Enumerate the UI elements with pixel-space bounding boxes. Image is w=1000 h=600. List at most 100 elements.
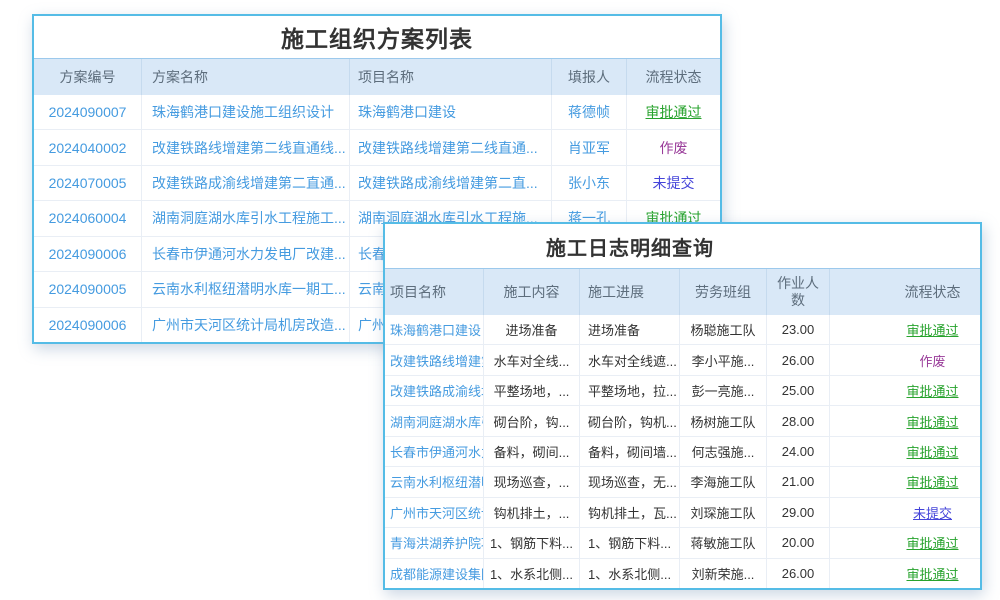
cell-team: 蒋敏施工队 [680, 528, 767, 557]
cell-id-link[interactable]: 2024070005 [34, 166, 142, 200]
cell-workers: 21.00 [767, 467, 830, 496]
table-row[interactable]: 珠海鹤港口建设进场准备进场准备杨聪施工队23.00审批通过 [385, 315, 980, 345]
status-link[interactable]: 审批通过 [830, 376, 980, 405]
column-header: 项目名称 [385, 269, 484, 315]
cell-plan_name: 改建铁路成渝线增建第二直通... [142, 166, 350, 200]
cell-project-link[interactable]: 长春市伊通河水力发 [385, 437, 484, 466]
cell-progress: 现场巡查，无... [580, 467, 680, 496]
cell-project-link[interactable]: 青海洪湖养护院项目 [385, 528, 484, 557]
cell-plan_name: 湖南洞庭湖水库引水工程施工... [142, 201, 350, 235]
cell-team: 刘新荣施... [680, 559, 767, 588]
cell-reporter: 蒋德帧 [552, 95, 627, 129]
cell-id-link[interactable]: 2024060004 [34, 201, 142, 235]
cell-workers: 23.00 [767, 315, 830, 344]
cell-content: 1、水系北侧... [484, 559, 580, 588]
log-query-window-title: 施工日志明细查询 [385, 224, 980, 268]
cell-plan_name: 改建铁路线增建第二线直通线... [142, 130, 350, 164]
cell-team: 彭一亮施... [680, 376, 767, 405]
status-link[interactable]: 未提交 [627, 166, 720, 200]
cell-progress: 水车对全线遮... [580, 345, 680, 374]
cell-progress: 钩机排土，瓦... [580, 498, 680, 527]
cell-content: 1、钢筋下料... [484, 528, 580, 557]
status-link[interactable]: 作废 [627, 130, 720, 164]
status-link[interactable]: 审批通过 [830, 406, 980, 435]
plan-list-window-title: 施工组织方案列表 [34, 16, 720, 58]
cell-content: 钩机排土，... [484, 498, 580, 527]
column-header: 作业人数 [767, 269, 830, 315]
cell-content: 备料，砌间... [484, 437, 580, 466]
table-row[interactable]: 改建铁路线增建第二水车对全线...水车对全线遮...李小平施...26.00作废 [385, 345, 980, 375]
status-link[interactable]: 审批通过 [830, 437, 980, 466]
status-link[interactable]: 审批通过 [830, 528, 980, 557]
cell-content: 进场准备 [484, 315, 580, 344]
cell-workers: 24.00 [767, 437, 830, 466]
cell-plan_name: 长春市伊通河水力发电厂改建... [142, 237, 350, 271]
table-row[interactable]: 2024040002改建铁路线增建第二线直通线...改建铁路线增建第二线直通..… [34, 130, 720, 165]
cell-id-link[interactable]: 2024090007 [34, 95, 142, 129]
status-link[interactable]: 审批通过 [627, 95, 720, 129]
cell-workers: 26.00 [767, 559, 830, 588]
cell-project-link[interactable]: 湖南洞庭湖水库引水 [385, 406, 484, 435]
cell-id-link[interactable]: 2024090006 [34, 237, 142, 271]
cell-team: 刘琛施工队 [680, 498, 767, 527]
log-query-table-header: 项目名称施工内容施工进展劳务班组作业人数流程状态 [385, 268, 980, 315]
cell-project-link[interactable]: 珠海鹤港口建设 [385, 315, 484, 344]
plan-list-table-header: 方案编号方案名称项目名称填报人流程状态 [34, 58, 720, 95]
cell-project-link[interactable]: 成都能源建设集团项 [385, 559, 484, 588]
column-header: 流程状态 [830, 269, 980, 315]
table-row[interactable]: 云南水利枢纽潜明水现场巡查，...现场巡查，无...李海施工队21.00审批通过 [385, 467, 980, 497]
table-row[interactable]: 青海洪湖养护院项目1、钢筋下料...1、钢筋下料...蒋敏施工队20.00审批通… [385, 528, 980, 558]
status-link[interactable]: 未提交 [830, 498, 980, 527]
cell-plan_name: 广州市天河区统计局机房改造... [142, 308, 350, 342]
cell-team: 杨树施工队 [680, 406, 767, 435]
cell-plan_name: 珠海鹤港口建设施工组织设计 [142, 95, 350, 129]
cell-team: 李海施工队 [680, 467, 767, 496]
cell-project-link[interactable]: 广州市天河区统计局 [385, 498, 484, 527]
log-query-window: 施工日志明细查询 项目名称施工内容施工进展劳务班组作业人数流程状态 珠海鹤港口建… [383, 222, 982, 590]
table-row[interactable]: 改建铁路成渝线增建平整场地，...平整场地，拉...彭一亮施...25.00审批… [385, 376, 980, 406]
cell-project_name: 改建铁路线增建第二线直通... [350, 130, 552, 164]
cell-project-link[interactable]: 改建铁路成渝线增建 [385, 376, 484, 405]
cell-reporter: 张小东 [552, 166, 627, 200]
cell-workers: 26.00 [767, 345, 830, 374]
cell-content: 平整场地，... [484, 376, 580, 405]
column-header: 方案编号 [34, 59, 142, 95]
cell-plan_name: 云南水利枢纽潜明水库一期工... [142, 272, 350, 306]
cell-content: 水车对全线... [484, 345, 580, 374]
cell-progress: 砌台阶，钩机... [580, 406, 680, 435]
table-row[interactable]: 长春市伊通河水力发备料，砌间...备料，砌间墙...何志强施...24.00审批… [385, 437, 980, 467]
cell-project-link[interactable]: 云南水利枢纽潜明水 [385, 467, 484, 496]
status-link[interactable]: 审批通过 [830, 559, 980, 588]
cell-workers: 29.00 [767, 498, 830, 527]
status-link[interactable]: 作废 [830, 345, 980, 374]
table-row[interactable]: 2024090007珠海鹤港口建设施工组织设计珠海鹤港口建设蒋德帧审批通过 [34, 95, 720, 130]
cell-workers: 20.00 [767, 528, 830, 557]
cell-progress: 备料，砌间墙... [580, 437, 680, 466]
cell-id-link[interactable]: 2024040002 [34, 130, 142, 164]
column-header: 流程状态 [627, 59, 720, 95]
cell-project-link[interactable]: 改建铁路线增建第二 [385, 345, 484, 374]
cell-reporter: 肖亚军 [552, 130, 627, 164]
cell-team: 何志强施... [680, 437, 767, 466]
cell-progress: 进场准备 [580, 315, 680, 344]
status-link[interactable]: 审批通过 [830, 315, 980, 344]
table-row[interactable]: 2024070005改建铁路成渝线增建第二直通...改建铁路成渝线增建第二直..… [34, 166, 720, 201]
cell-progress: 1、钢筋下料... [580, 528, 680, 557]
cell-team: 杨聪施工队 [680, 315, 767, 344]
cell-content: 砌台阶，钩... [484, 406, 580, 435]
status-link[interactable]: 审批通过 [830, 467, 980, 496]
cell-workers: 28.00 [767, 406, 830, 435]
table-row[interactable]: 广州市天河区统计局钩机排土，...钩机排土，瓦...刘琛施工队29.00未提交 [385, 498, 980, 528]
cell-id-link[interactable]: 2024090005 [34, 272, 142, 306]
table-row[interactable]: 湖南洞庭湖水库引水砌台阶，钩...砌台阶，钩机...杨树施工队28.00审批通过 [385, 406, 980, 436]
column-header: 方案名称 [142, 59, 350, 95]
table-row[interactable]: 成都能源建设集团项1、水系北侧...1、水系北侧...刘新荣施...26.00审… [385, 559, 980, 588]
column-header: 施工内容 [484, 269, 580, 315]
column-header: 项目名称 [350, 59, 552, 95]
column-header: 施工进展 [580, 269, 680, 315]
cell-progress: 平整场地，拉... [580, 376, 680, 405]
cell-project_name: 改建铁路成渝线增建第二直... [350, 166, 552, 200]
cell-id-link[interactable]: 2024090006 [34, 308, 142, 342]
cell-content: 现场巡查，... [484, 467, 580, 496]
cell-team: 李小平施... [680, 345, 767, 374]
